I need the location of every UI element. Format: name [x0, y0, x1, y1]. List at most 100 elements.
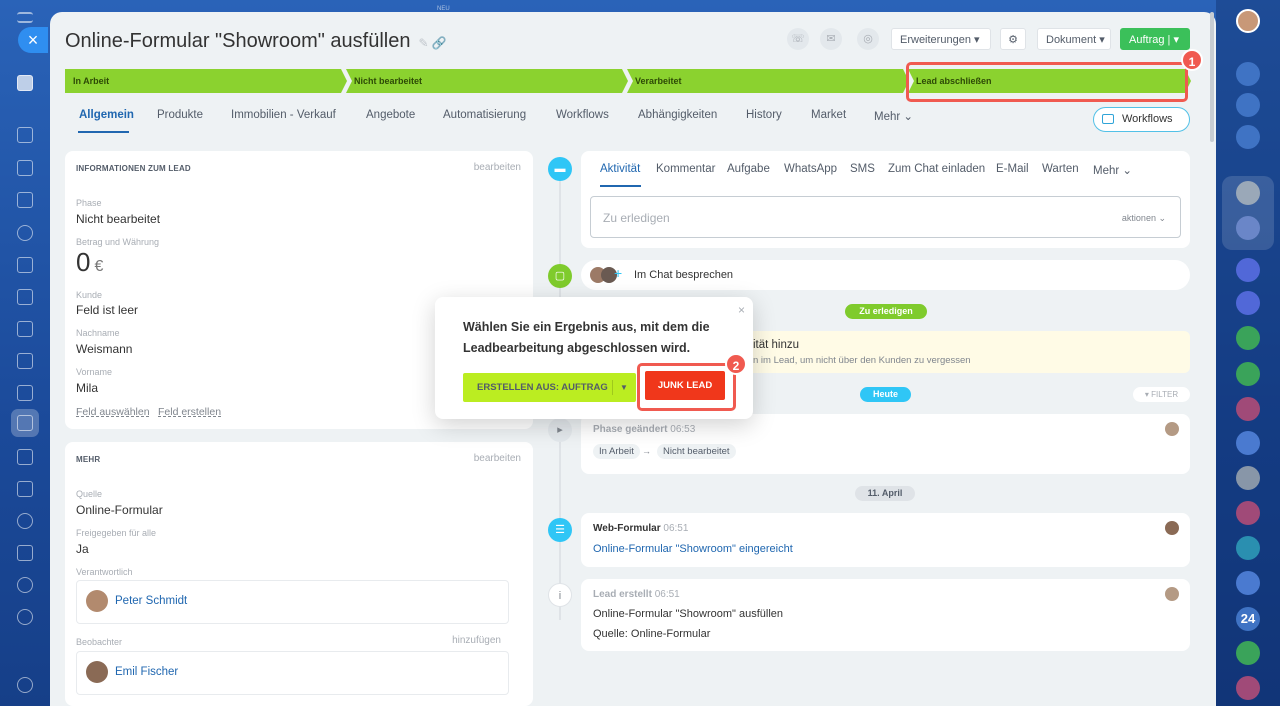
close-icon[interactable]: ×	[738, 303, 745, 317]
date-pill: 11. April	[855, 486, 915, 501]
lock-icon[interactable]	[1236, 326, 1260, 350]
order-button[interactable]: Auftrag | ▾	[1120, 28, 1190, 50]
lock-icon[interactable]	[1236, 536, 1260, 560]
crm-filter-icon[interactable]	[17, 415, 33, 431]
lastname-value: Weismann	[76, 342, 133, 356]
tab-kommentar[interactable]: Kommentar	[656, 163, 715, 175]
workflows-button[interactable]: Workflows	[1093, 107, 1190, 132]
chat-discuss-row[interactable]: + Im Chat besprechen	[581, 260, 1190, 290]
lock-icon[interactable]	[1236, 397, 1260, 421]
calendar-icon[interactable]	[17, 545, 33, 561]
lock-icon[interactable]	[1236, 501, 1260, 525]
todo-input[interactable]: Zu erledigen aktionen ⌄	[590, 196, 1181, 238]
tab-email[interactable]: E-Mail	[996, 163, 1029, 175]
contacts-icon[interactable]	[17, 225, 33, 241]
checkbox-icon[interactable]	[1236, 571, 1260, 595]
lock-icon[interactable]	[1236, 676, 1260, 700]
robot-icon[interactable]	[17, 577, 33, 593]
docs-icon[interactable]	[17, 257, 33, 273]
client-label: Kunde	[76, 290, 103, 300]
analytics-icon[interactable]	[17, 353, 33, 369]
lock-icon[interactable]	[1236, 362, 1260, 386]
chat-icon[interactable]: ◎	[857, 28, 879, 50]
support-icon[interactable]	[17, 513, 33, 529]
tab-whatsapp[interactable]: WhatsApp	[784, 163, 837, 175]
tab-mehr[interactable]: Mehr ⌄	[874, 109, 913, 123]
target-icon[interactable]	[17, 609, 33, 625]
tasks-icon[interactable]	[17, 192, 33, 208]
card-title: INFORMATIONEN ZUM LEAD	[76, 164, 191, 173]
menu-icon[interactable]	[17, 12, 33, 23]
todo-actions[interactable]: aktionen ⌄	[1122, 213, 1166, 224]
tab-allgemein[interactable]: Allgemein	[79, 109, 134, 121]
chat-avatar[interactable]	[1236, 466, 1260, 490]
workflow-icon	[1102, 114, 1114, 124]
mail-icon[interactable]: ✉	[820, 28, 842, 50]
phone-icon[interactable]: ☏	[787, 28, 809, 50]
observer-name[interactable]: Emil Fischer	[115, 666, 178, 678]
stage-in-arbeit[interactable]: In Arbeit	[65, 69, 347, 93]
add-user-icon[interactable]: +	[614, 265, 622, 281]
create-field-link[interactable]: Feld erstellen	[158, 406, 221, 418]
tab-immobilien[interactable]: Immobilien - Verkauf	[231, 109, 336, 121]
filter-button[interactable]: ▾ FILTER	[1133, 387, 1190, 402]
phase-label: Phase	[76, 198, 102, 208]
channel-icon[interactable]	[1236, 291, 1260, 315]
lock-icon[interactable]	[1236, 641, 1260, 665]
amount-label: Betrag und Währung	[76, 237, 160, 247]
feed-icon[interactable]	[17, 127, 33, 143]
avatar	[1165, 587, 1179, 601]
user-avatar[interactable]	[1236, 9, 1260, 33]
observer-person[interactable]: Emil Fischer	[76, 651, 509, 695]
chevron-down-icon[interactable]: ▼	[620, 373, 628, 402]
channel-icon[interactable]	[1236, 258, 1260, 282]
tab-sms[interactable]: SMS	[850, 163, 875, 175]
select-field-link[interactable]: Feld auswählen	[76, 406, 150, 418]
bell-icon[interactable]	[1236, 62, 1260, 86]
right-sidebar: 24	[1216, 0, 1280, 706]
inbox-icon[interactable]	[17, 481, 33, 497]
tab-history[interactable]: History	[746, 109, 782, 121]
todo-placeholder: Zu erledigen	[603, 211, 670, 225]
close-slider-button[interactable]: ×	[18, 27, 48, 53]
tab-abhaengigkeiten[interactable]: Abhängigkeiten	[638, 109, 717, 121]
sign-icon[interactable]	[17, 449, 33, 465]
cards-icon[interactable]	[17, 289, 33, 305]
extensions-button[interactable]: Erweiterungen ▾	[891, 28, 991, 50]
search-icon[interactable]	[1236, 125, 1260, 149]
activity-icon[interactable]	[1236, 93, 1260, 117]
stage-verarbeitet[interactable]: Verarbeitet	[627, 69, 909, 93]
edit-link[interactable]: bearbeiten	[474, 453, 521, 464]
bitrix24-icon[interactable]: 24	[1236, 607, 1260, 631]
tab-aufgabe[interactable]: Aufgabe	[727, 163, 770, 175]
stage-nicht-bearbeitet[interactable]: Nicht bearbeitet	[346, 69, 628, 93]
checkbox-icon[interactable]	[1236, 431, 1260, 455]
add-observer-link[interactable]: hinzufügen	[452, 635, 501, 646]
chat-avatar-h[interactable]	[1236, 216, 1260, 240]
chat-avatar[interactable]	[1236, 181, 1260, 205]
scrollbar[interactable]	[1210, 12, 1214, 142]
download-icon[interactable]	[17, 75, 33, 91]
settings-icon[interactable]	[17, 677, 33, 693]
webform-link[interactable]: Online-Formular "Showroom" eingereicht	[593, 543, 793, 555]
tab-workflows[interactable]: Workflows	[556, 109, 609, 121]
tab-produkte[interactable]: Produkte	[157, 109, 203, 121]
tab-market[interactable]: Market	[811, 109, 846, 121]
cart-icon[interactable]	[17, 385, 33, 401]
tab-aktivitaet[interactable]: Aktivität	[600, 163, 640, 175]
activity-icon: ▬	[548, 157, 572, 181]
document-button[interactable]: Dokument ▾	[1037, 28, 1111, 50]
settings-gear-button[interactable]: ⚙	[1000, 28, 1026, 50]
tab-chat-einladen[interactable]: Zum Chat einladen	[888, 163, 985, 175]
tab-angebote[interactable]: Angebote	[366, 109, 415, 121]
tab-automatisierung[interactable]: Automatisierung	[443, 109, 526, 121]
tab-mehr[interactable]: Mehr ⌄	[1093, 163, 1132, 177]
edit-link[interactable]: bearbeiten	[474, 162, 521, 173]
responsible-person[interactable]: Peter Schmidt	[76, 580, 509, 624]
screen-icon[interactable]	[17, 321, 33, 337]
info-icon: i	[548, 583, 572, 607]
tab-warten[interactable]: Warten	[1042, 163, 1079, 175]
responsible-name[interactable]: Peter Schmidt	[115, 595, 187, 607]
create-from-order-button[interactable]: ERSTELLEN AUS: AUFTRAG ▼	[463, 373, 636, 402]
chat-icon[interactable]	[17, 160, 33, 176]
